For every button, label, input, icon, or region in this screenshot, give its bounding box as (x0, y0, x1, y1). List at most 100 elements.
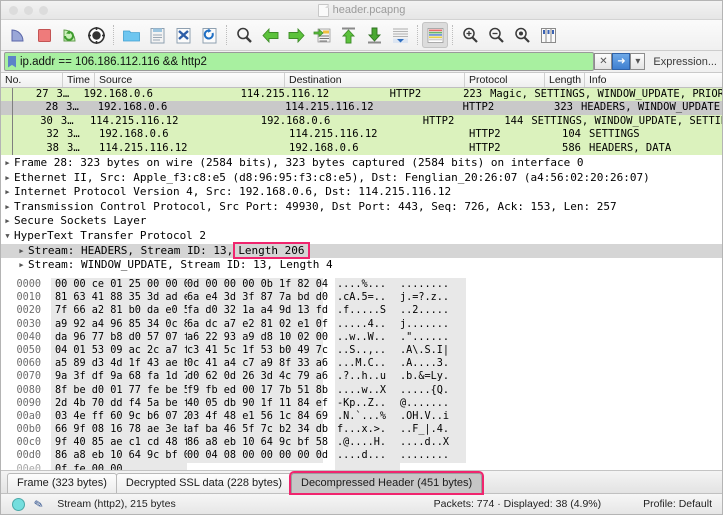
hex-dump-row[interactable]: 0080 8f be d0 01 77 fe be 58 f9 fb ed 00 1… (1, 383, 722, 397)
go-back-icon[interactable] (257, 22, 283, 48)
restart-capture-icon[interactable] (57, 22, 83, 48)
filter-expression-button[interactable]: Expression... (653, 56, 717, 68)
start-capture-icon[interactable] (5, 22, 31, 48)
hex-ascii-left: .?..h..u (335, 370, 400, 384)
chevron-right-icon[interactable]: ▶ (1, 200, 14, 215)
hex-bytes-left: 00 00 ce 01 25 00 00 00 (51, 278, 196, 292)
packet-details-pane[interactable]: ▶ Frame 28: 323 bytes on wire (2584 bits)… (1, 155, 722, 276)
hex-dump-row[interactable]: 0000 00 00 ce 01 25 00 00 00 0d 00 00 00 0… (1, 278, 722, 292)
hex-dump-row[interactable]: 00c0 9f 40 85 ae c1 cd 48 ff 86 a8 eb 10 6… (1, 436, 722, 450)
detail-tree-item[interactable]: ▶ Frame 28: 323 bytes on wire (2584 bits)… (1, 156, 722, 171)
column-header-protocol[interactable]: Protocol (465, 73, 545, 87)
hex-dump-row[interactable]: 0020 7f 66 a2 81 b0 da e0 53 fa d0 32 1a a… (1, 304, 722, 318)
filter-history-dropdown[interactable]: ▾ (630, 53, 646, 70)
hex-ascii-right: .b.&=Ly. (400, 370, 466, 384)
chevron-right-icon[interactable]: ▶ (1, 185, 14, 200)
detail-tree-item[interactable]: ▶ Stream: WINDOW_UPDATE, Stream ID: 13, L… (1, 258, 722, 273)
packet-row[interactable]: 38 3… 114.215.116.12 192.168.0.6 HTTP2 586 HEA… (1, 142, 722, 155)
hex-dump-row[interactable]: 0010 81 63 41 88 35 3d ad ed 6a e4 3d 3f 8… (1, 291, 722, 305)
chevron-right-icon[interactable]: ▶ (1, 156, 14, 171)
hex-dump-row[interactable]: 0060 a5 89 d3 4d 1f 43 ae ba 0c 41 a4 c7 a… (1, 357, 722, 371)
packet-row[interactable]: 32 3… 192.168.0.6 114.215.116.12 HTTP2 104 SET… (1, 128, 722, 141)
column-header-source[interactable]: Source (95, 73, 285, 87)
auto-scroll-icon[interactable] (387, 22, 413, 48)
detail-tree-item[interactable]: ▶ Stream: HEADERS, Stream ID: 13, Length 2… (1, 242, 722, 260)
zoom-reset-icon[interactable] (509, 22, 535, 48)
display-filter-input[interactable]: ip.addr == 106.186.112.116 && http2 (4, 52, 595, 71)
capture-options-icon[interactable] (83, 22, 109, 48)
hex-ascii-left: ...M.C.. (335, 357, 400, 371)
column-header-info[interactable]: Info (585, 73, 722, 87)
detail-tree-item[interactable]: ▼ HyperText Transfer Protocol 2 (1, 229, 722, 244)
maximize-button[interactable] (39, 5, 48, 15)
status-capture-info: Stream (http2), 215 bytes (57, 498, 176, 510)
hex-dump-row[interactable]: 00d0 86 a8 eb 10 64 9c bf 00 00 04 08 00 0… (1, 449, 722, 463)
zoom-out-icon[interactable] (483, 22, 509, 48)
packet-no: 38 (46, 141, 59, 154)
hex-dump-row[interactable]: 0030 a9 92 a4 96 85 34 0c 8a 6a dc a7 e2 8… (1, 317, 722, 331)
colorize-packets-icon[interactable] (422, 22, 448, 48)
hex-dump-row[interactable]: 0040 da 96 77 b8 d0 57 07 f6 a6 22 93 a9 d… (1, 330, 722, 344)
packet-row[interactable]: 30 3… 114.215.116.12 192.168.0.6 HTTP2 144 SET… (1, 115, 722, 128)
detail-tree-item[interactable]: ▶ Transmission Control Protocol, Src Port… (1, 200, 722, 215)
hex-offset: 0070 (16, 371, 41, 383)
zoom-in-icon[interactable] (457, 22, 483, 48)
hex-dump-row[interactable]: 00a0 03 4e ff 60 9c b6 07 25 03 4f 48 e1 5… (1, 409, 722, 424)
bytes-tab[interactable]: Decompressed Header (451 bytes) (288, 471, 485, 495)
chevron-right-icon[interactable]: ▶ (1, 171, 14, 186)
hex-dump-row[interactable]: 0090 2d 4b 70 dd f4 5a be fb 40 05 db 90 1… (1, 396, 722, 410)
go-forward-icon[interactable] (283, 22, 309, 48)
save-file-icon[interactable] (144, 22, 170, 48)
hex-dump-row[interactable]: 0070 9a 3f df 9a 68 fa 1d 75 d0 62 0d 26 3… (1, 370, 722, 384)
go-to-first-packet-icon[interactable] (335, 22, 361, 48)
packet-row[interactable]: 27 3… 192.168.0.6 114.215.116.12 HTTP2 223 Mag… (1, 88, 722, 101)
packet-bytes-tabs[interactable]: Frame (323 bytes) Decrypted SSL data (228… (1, 470, 722, 495)
chevron-right-icon[interactable]: ▶ (1, 214, 14, 229)
resize-columns-icon[interactable] (535, 22, 561, 48)
hex-bytes-right: c3 41 5c 1f 53 b0 49 7c (187, 343, 329, 358)
filter-bookmark-icon[interactable] (8, 55, 16, 68)
chevron-down-icon[interactable]: ▼ (1, 229, 14, 244)
column-header-destination[interactable]: Destination (285, 73, 465, 87)
column-header-length[interactable]: Length (545, 73, 585, 87)
apply-filter-button[interactable]: ➜ (612, 53, 631, 70)
hex-ascii-right: ."...... (400, 330, 466, 344)
hex-dump-row[interactable]: 00b0 66 9f 08 16 78 ae 3e b3 af ba 46 5f 7… (1, 423, 722, 437)
chevron-right-icon[interactable]: ▶ (15, 244, 28, 259)
minimize-button[interactable] (24, 5, 33, 15)
status-profile[interactable]: Profile: Default (643, 498, 712, 510)
hex-offset: 00d0 (16, 450, 41, 462)
packet-time: 3… (56, 88, 70, 100)
clear-filter-button[interactable]: ✕ (594, 53, 613, 70)
close-file-icon[interactable] (170, 22, 196, 48)
bytes-tab[interactable]: Decrypted SSL data (228 bytes) (115, 473, 292, 493)
hex-dump-row[interactable]: 0050 04 01 53 09 ac 2c a7 f2 c3 41 5c 1f 5… (1, 343, 722, 358)
detail-tree-item[interactable]: ▶ Ethernet II, Src: Apple_f3:c8:e5 (d8:96… (1, 171, 722, 186)
packet-list[interactable]: 27 3… 192.168.0.6 114.215.116.12 HTTP2 223 Mag… (1, 88, 722, 155)
go-to-last-packet-icon[interactable] (361, 22, 387, 48)
hex-offset: 00a0 (16, 410, 41, 422)
find-packet-icon[interactable] (231, 22, 257, 48)
hex-bytes-left: a9 92 a4 96 85 34 0c 8a (51, 317, 196, 331)
hex-dump-row[interactable]: 00e0 0f fe 00 00.... (1, 462, 722, 470)
detail-tree-item[interactable]: ▶ Internet Protocol Version 4, Src: 192.1… (1, 185, 722, 200)
chevron-right-icon[interactable]: ▶ (15, 258, 28, 273)
column-header-time[interactable]: Time (63, 73, 95, 87)
hex-ascii-right: .A....3. (400, 357, 466, 371)
window-controls[interactable] (9, 5, 48, 15)
status-bar: ✎ Stream (http2), 215 bytes Packets: 774… (1, 493, 722, 514)
packet-bytes-pane[interactable]: 0000 00 00 ce 01 25 00 00 00 0d 00 00 00 0… (1, 276, 722, 470)
open-file-icon[interactable] (118, 22, 144, 48)
bytes-tab[interactable]: Frame (323 bytes) (7, 473, 117, 493)
capture-comment-icon[interactable]: ✎ (33, 497, 45, 512)
close-button[interactable] (9, 5, 18, 15)
column-header-no[interactable]: No. (1, 73, 63, 87)
expert-info-icon[interactable] (12, 497, 25, 511)
packet-row[interactable]: 28 3… 192.168.0.6 114.215.116.12 HTTP2 323 HEA… (1, 101, 722, 115)
packet-length: 144 (504, 114, 524, 127)
reload-file-icon[interactable] (196, 22, 222, 48)
go-to-packet-icon[interactable] (309, 22, 335, 48)
stop-capture-icon[interactable] (31, 22, 57, 48)
hex-ascii-left: f...x.>. (335, 423, 400, 437)
detail-tree-item[interactable]: ▶ Secure Sockets Layer (1, 214, 722, 229)
